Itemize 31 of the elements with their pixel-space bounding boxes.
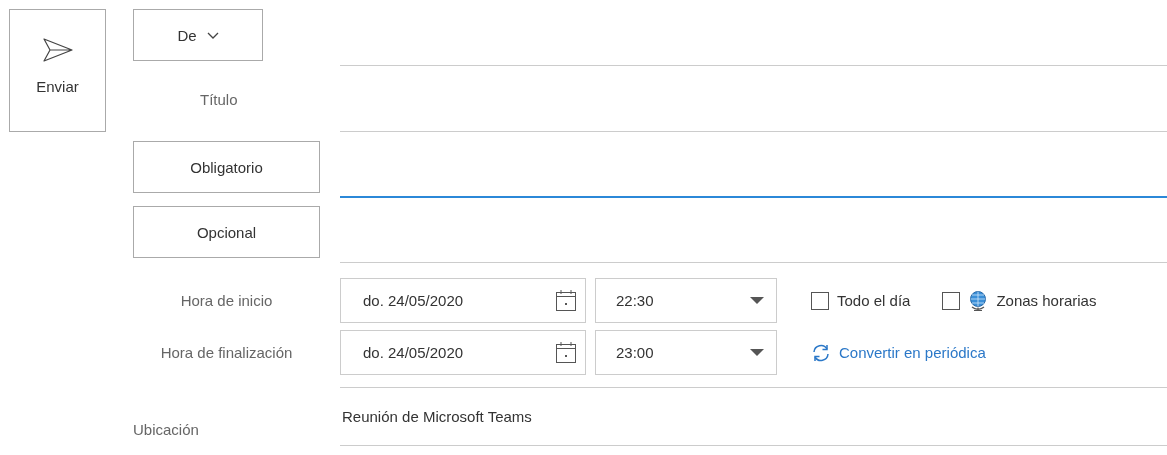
checkbox[interactable] <box>811 291 829 310</box>
dropdown-arrow-icon <box>750 349 764 356</box>
refresh-icon <box>811 342 831 363</box>
checkbox[interactable] <box>942 291 961 310</box>
time-dropdown[interactable]: 22:30 <box>595 278 777 323</box>
dropdown-arrow-icon <box>750 297 764 304</box>
title-label: Título <box>199 89 239 110</box>
calendar-icon <box>555 289 577 312</box>
time-value: 22:30 <box>616 292 654 309</box>
time-dropdown[interactable]: 23:00 <box>595 330 777 375</box>
location-label: Ubicación <box>133 420 200 440</box>
location-field[interactable]: Reunión de Microsoft Teams <box>340 388 1167 446</box>
calendar-icon <box>555 341 577 364</box>
time-label: Hora de finalización <box>159 343 294 363</box>
time-label: Hora de inicio <box>179 291 274 311</box>
date-value: do. 24/05/2020 <box>363 344 464 361</box>
recurrence-link[interactable]: Convertir en periódica <box>811 342 986 363</box>
from-button[interactable]: De <box>133 9 263 61</box>
send-button[interactable]: Enviar <box>9 9 106 132</box>
chevron-down-icon <box>206 31 219 39</box>
paper-plane-icon <box>41 36 74 64</box>
date-field[interactable]: do. 24/05/2020 <box>340 330 586 375</box>
date-value: do. 24/05/2020 <box>363 292 464 309</box>
optional-button[interactable]: Opcional <box>133 206 320 258</box>
checkbox-label: Zonas horarias <box>996 292 1097 309</box>
checkbox-label: Todo el día <box>837 292 911 309</box>
location-value: Reunión de Microsoft Teams <box>342 408 532 425</box>
required-button[interactable]: Obligatorio <box>133 141 320 193</box>
globe-icon <box>968 290 989 311</box>
date-field[interactable]: do. 24/05/2020 <box>340 278 586 323</box>
time-value: 23:00 <box>616 344 654 361</box>
